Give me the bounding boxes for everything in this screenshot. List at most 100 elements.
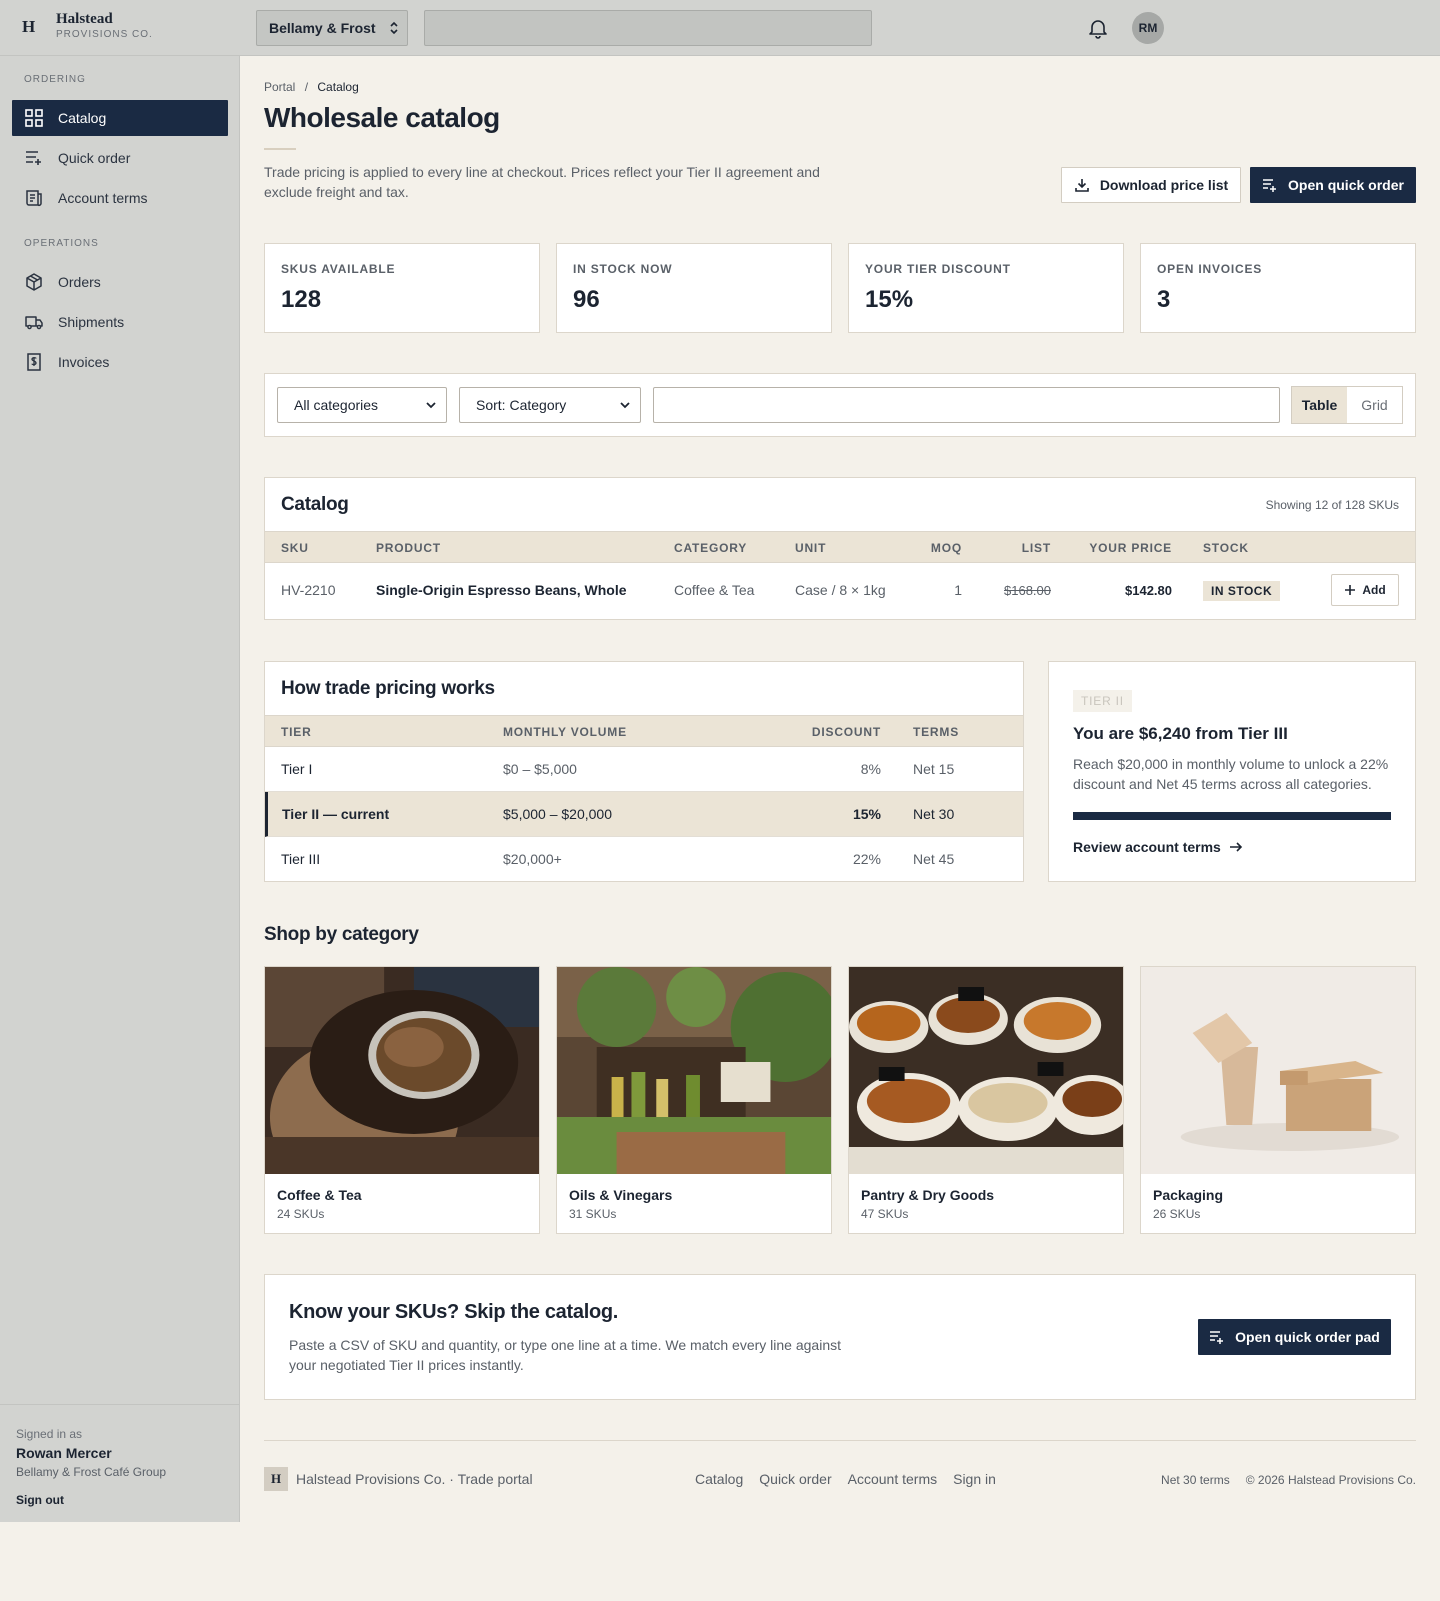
- brand[interactable]: H Halstead PROVISIONS CO.: [22, 10, 153, 42]
- sidebar-item-label: Catalog: [58, 110, 107, 126]
- unit-cell: Case / 8 × 1kg: [795, 582, 886, 598]
- column-header: SKU: [281, 541, 309, 555]
- tier-progress-title: You are $6,240 from Tier III: [1073, 724, 1288, 743]
- pantry-dry-goods-image: [849, 967, 1123, 1174]
- pricing-table-header: TIER MONTHLY VOLUME DISCOUNT TERMS: [265, 715, 1023, 747]
- user-avatar[interactable]: RM: [1132, 12, 1164, 44]
- open-quick-order-pad-button[interactable]: Open quick order pad: [1198, 1319, 1391, 1355]
- list-price-cell: $168.00: [1004, 583, 1051, 598]
- catalog-card: Catalog Showing 12 of 128 SKUs SKU PRODU…: [264, 477, 1416, 620]
- sidebar-item-label: Shipments: [58, 314, 125, 330]
- catalog-showing-count: Showing 12 of 128 SKUs: [1265, 498, 1399, 512]
- sidebar-item-shipments[interactable]: Shipments: [12, 304, 228, 340]
- category-name: Oils & Vinegars: [569, 1187, 673, 1203]
- table-row: Tier III $20,000+ 22% Net 45: [265, 837, 1023, 882]
- download-price-list-label: Download price list: [1099, 177, 1229, 193]
- user-organization: Bellamy & Frost Café Group: [16, 1465, 167, 1479]
- catalog-search-input[interactable]: [653, 387, 1280, 423]
- tier-progress-text: Reach $20,000 in monthly volume to unloc…: [1073, 756, 1389, 792]
- stat-value: 15%: [865, 286, 914, 313]
- category-select[interactable]: All categories: [277, 387, 447, 423]
- terms-cell: Net 15: [913, 761, 955, 777]
- discount-cell: 22%: [852, 851, 881, 867]
- view-grid-button[interactable]: Grid: [1347, 387, 1402, 423]
- tier-progress-fill: [1073, 812, 1391, 820]
- pricing-card: How trade pricing works TIER MONTHLY VOL…: [264, 661, 1024, 882]
- chevron-down-icon: [426, 402, 436, 409]
- column-header: STOCK: [1203, 541, 1249, 555]
- column-header: PRODUCT: [376, 541, 441, 555]
- shop-by-category-title: Shop by category: [264, 924, 419, 945]
- packaging-image: [1141, 967, 1415, 1174]
- category-card-coffee-tea[interactable]: Coffee & Tea 24 SKUs: [264, 966, 540, 1234]
- sidebar-item-catalog[interactable]: Catalog: [12, 100, 228, 136]
- moq-cell: 1: [954, 582, 962, 598]
- add-button-label: Add: [1362, 583, 1386, 597]
- tier-cell: Tier II — current: [282, 806, 390, 822]
- category-name: Packaging: [1153, 1187, 1224, 1203]
- add-to-order-button[interactable]: Add: [1331, 574, 1399, 606]
- volume-cell: $5,000 – $20,000: [503, 806, 612, 822]
- account-switcher[interactable]: Bellamy & Frost: [256, 10, 408, 46]
- column-header: UNIT: [795, 541, 827, 555]
- bell-icon[interactable]: [1086, 16, 1110, 40]
- sidebar-item-quick-order[interactable]: Quick order: [12, 140, 228, 176]
- footer-link-account-terms[interactable]: Account terms: [848, 1471, 937, 1487]
- table-row-current: Tier II — current $5,000 – $20,000 15% N…: [265, 792, 1023, 837]
- sidebar-item-label: Account terms: [58, 190, 148, 206]
- chevron-up-down-icon: [390, 21, 398, 35]
- sort-select-value: Sort: Category: [476, 397, 567, 413]
- volume-cell: $0 – $5,000: [503, 761, 577, 777]
- footer: H Halstead Provisions Co. · Trade portal…: [264, 1440, 1416, 1500]
- filter-bar: All categories Sort: Category Table Grid: [264, 373, 1416, 437]
- footer-meta: Net 30 terms © 2026 Halstead Provisions …: [1161, 1473, 1416, 1487]
- footer-link-sign-in[interactable]: Sign in: [953, 1471, 996, 1487]
- grid-icon: [25, 109, 43, 127]
- sidebar-section-operations: OPERATIONS: [24, 238, 99, 249]
- tier-cell: Tier I: [281, 761, 313, 777]
- view-table-button[interactable]: Table: [1292, 387, 1347, 423]
- column-header: LIST: [1021, 541, 1051, 555]
- sku-cell: HV-2210: [281, 582, 336, 598]
- column-header: TERMS: [913, 725, 959, 739]
- footer-terms: Net 30 terms: [1161, 1473, 1230, 1487]
- open-quick-order-button[interactable]: Open quick order: [1250, 167, 1416, 203]
- sign-out-link[interactable]: Sign out: [16, 1493, 224, 1507]
- volume-cell: $20,000+: [503, 851, 562, 867]
- oils-vinegars-image: [557, 967, 831, 1174]
- page-title: Wholesale catalog: [264, 102, 500, 133]
- footer-logo-mark: H: [264, 1467, 288, 1491]
- category-count: 47 SKUs: [861, 1207, 909, 1221]
- category-card-packaging[interactable]: Packaging 26 SKUs: [1140, 966, 1416, 1234]
- cta-title: Know your SKUs? Skip the catalog.: [289, 1301, 619, 1323]
- sidebar-item-orders[interactable]: Orders: [12, 264, 228, 300]
- stat-label: OPEN INVOICES: [1157, 262, 1263, 276]
- footer-link-quick-order[interactable]: Quick order: [759, 1471, 831, 1487]
- footer-link-catalog[interactable]: Catalog: [695, 1471, 743, 1487]
- terms-cell: Net 45: [913, 851, 955, 867]
- sidebar-user-panel: Signed in as Rowan Mercer Bellamy & Fros…: [0, 1404, 240, 1507]
- download-price-list-button[interactable]: Download price list: [1061, 167, 1241, 203]
- product-cell[interactable]: Single-Origin Espresso Beans, Whole: [376, 582, 627, 598]
- category-card-pantry-dry-goods[interactable]: Pantry & Dry Goods 47 SKUs: [848, 966, 1124, 1234]
- category-count: 31 SKUs: [569, 1207, 617, 1221]
- open-quick-order-label: Open quick order: [1288, 177, 1404, 193]
- brand-name: Halstead: [56, 11, 113, 27]
- chevron-down-icon: [620, 402, 630, 409]
- sidebar-item-account-terms[interactable]: Account terms: [12, 180, 228, 216]
- title-divider: [264, 148, 296, 150]
- stat-value: 96: [573, 286, 600, 313]
- global-search-input[interactable]: [424, 10, 872, 46]
- page-intro: Trade pricing is applied to every line a…: [264, 164, 820, 200]
- discount-cell: 8%: [860, 761, 881, 777]
- category-name: Pantry & Dry Goods: [861, 1187, 995, 1203]
- open-quick-order-pad-label: Open quick order pad: [1235, 1329, 1380, 1345]
- stat-value: 3: [1157, 286, 1171, 313]
- review-account-terms-link[interactable]: Review account terms: [1073, 839, 1243, 855]
- sort-select[interactable]: Sort: Category: [459, 387, 641, 423]
- category-card-oils-vinegars[interactable]: Oils & Vinegars 31 SKUs: [556, 966, 832, 1234]
- breadcrumb-portal[interactable]: Portal: [264, 80, 295, 94]
- download-icon: [1075, 179, 1089, 192]
- tier-badge: TIER II: [1073, 690, 1132, 712]
- sidebar-item-invoices[interactable]: Invoices: [12, 344, 228, 380]
